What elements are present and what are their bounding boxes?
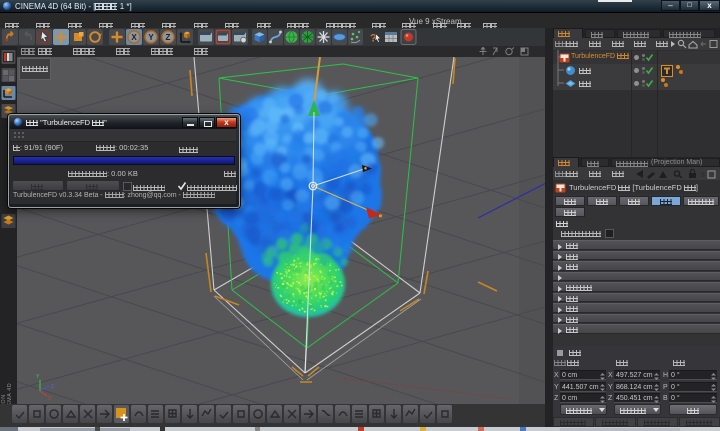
svg-text:X: X bbox=[131, 33, 137, 42]
svg-text:Z: Z bbox=[166, 33, 171, 42]
svg-text:8: 8 bbox=[701, 172, 705, 179]
svg-text:Y: Y bbox=[36, 374, 40, 380]
svg-text:X: X bbox=[48, 396, 52, 402]
svg-text:Z: Z bbox=[51, 384, 54, 390]
svg-text:Y: Y bbox=[148, 33, 154, 42]
